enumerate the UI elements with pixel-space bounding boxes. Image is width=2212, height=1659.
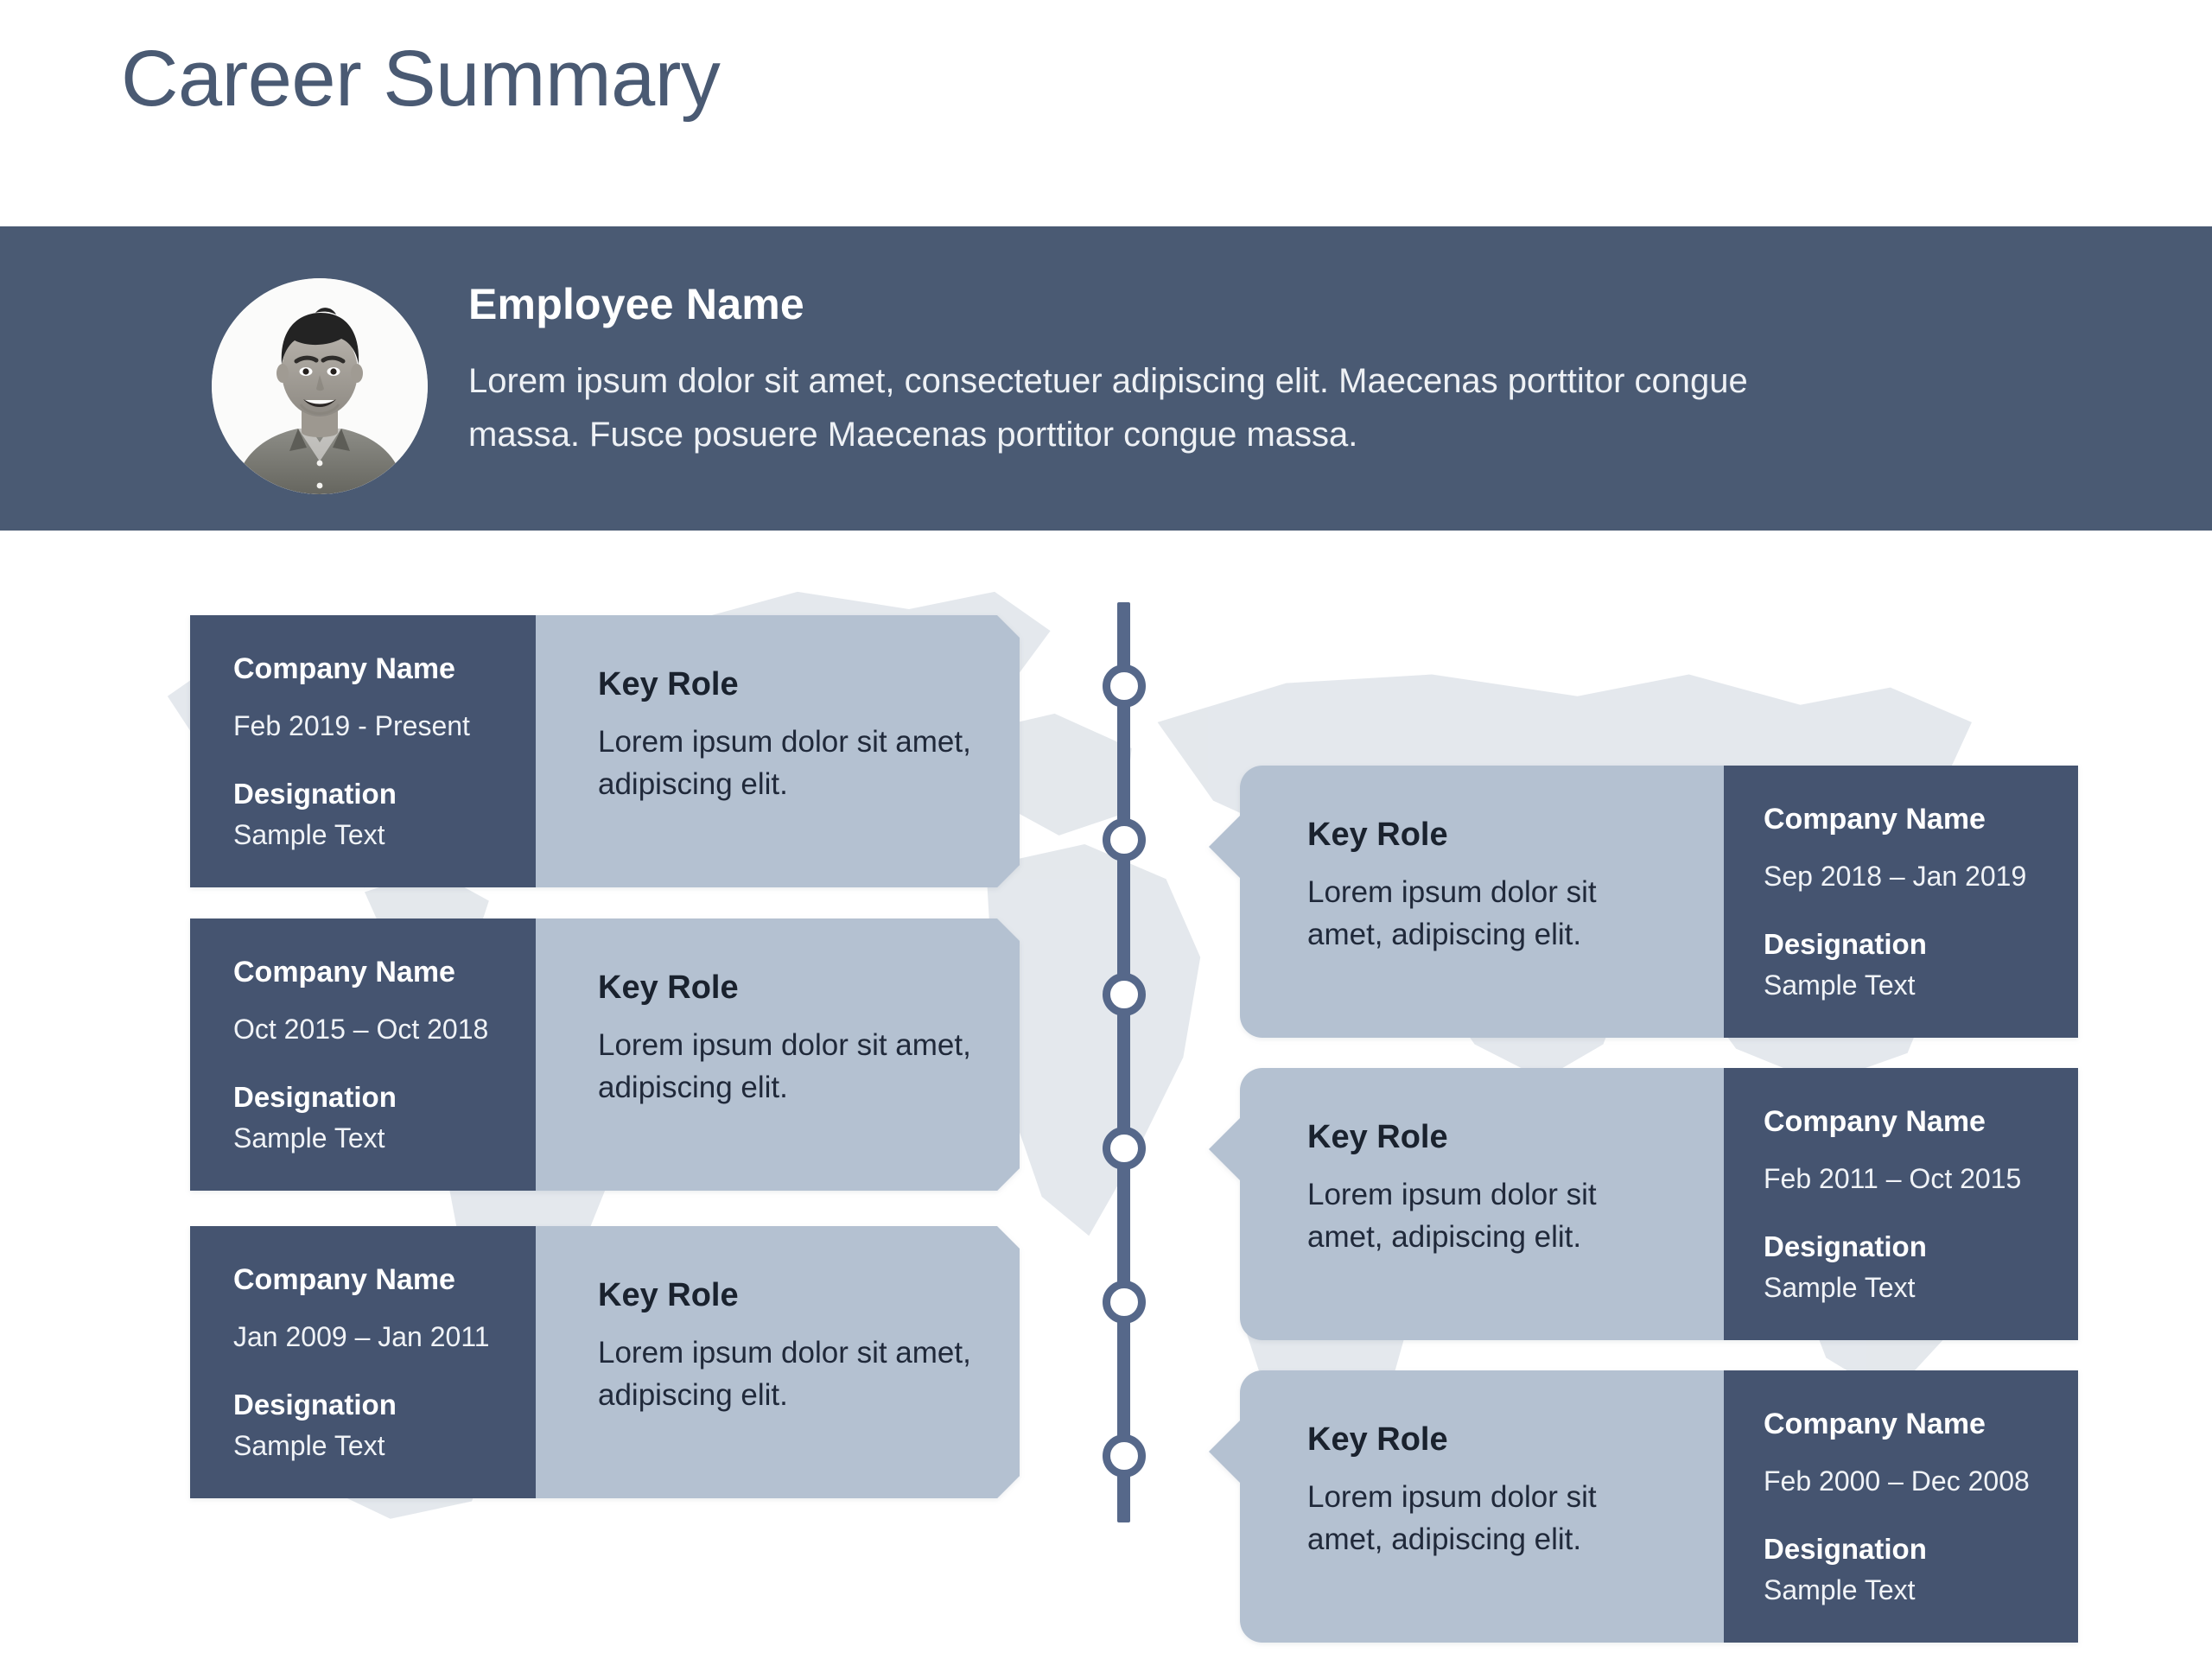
company-panel: Company Name Jan 2009 – Jan 2011 Designa… <box>190 1226 536 1499</box>
company-panel: Company Name Oct 2015 – Oct 2018 Designa… <box>190 918 536 1192</box>
page-title: Career Summary <box>121 35 721 123</box>
role-description: Lorem ipsum dolor sit amet, adipiscing e… <box>598 1027 971 1105</box>
company-panel: Company Name Feb 2000 – Dec 2008 Designa… <box>1724 1370 2078 1643</box>
company-name-label: Company Name <box>233 956 455 988</box>
designation-label: Designation <box>1764 928 1927 961</box>
date-range: Oct 2015 – Oct 2018 <box>233 1013 489 1045</box>
role-title: Key Role <box>598 666 739 702</box>
role-description: Lorem ipsum dolor sit amet, adipiscing e… <box>1307 874 1597 952</box>
timeline-card[interactable]: Company Name Jan 2009 – Jan 2011 Designa… <box>190 1226 1020 1499</box>
card-pointer-icon <box>1018 1297 1051 1363</box>
employee-header-text: Employee Name Lorem ipsum dolor sit amet… <box>468 278 2110 461</box>
designation-value: Sample Text <box>233 1122 385 1154</box>
role-title: Key Role <box>1307 817 1448 853</box>
designation-value: Sample Text <box>233 818 385 850</box>
card-pointer-icon <box>1209 1419 1242 1484</box>
role-panel: Key Role Lorem ipsum dolor sit amet, adi… <box>536 918 1020 1191</box>
role-panel: Key Role Lorem ipsum dolor sit amet, adi… <box>1209 1068 1724 1341</box>
role-title: Key Role <box>598 1277 739 1313</box>
role-panel: Key Role Lorem ipsum dolor sit amet, adi… <box>536 1226 1020 1498</box>
role-title: Key Role <box>1307 1421 1448 1458</box>
card-pointer-icon <box>1209 814 1242 880</box>
career-timeline: Company Name Feb 2019 - Present Designat… <box>0 531 2212 1659</box>
card-pointer-icon <box>1018 989 1051 1055</box>
company-panel: Company Name Feb 2019 - Present Designat… <box>190 615 536 888</box>
designation-value: Sample Text <box>1764 1573 1916 1605</box>
role-panel: Key Role Lorem ipsum dolor sit amet, adi… <box>536 615 1020 887</box>
timeline-card[interactable]: Company Name Oct 2015 – Oct 2018 Designa… <box>190 918 1020 1192</box>
card-pointer-icon <box>1209 1116 1242 1182</box>
company-name-label: Company Name <box>1764 803 1986 836</box>
company-name-label: Company Name <box>1764 1105 1986 1138</box>
designation-label: Designation <box>1764 1533 1927 1566</box>
designation-label: Designation <box>233 778 397 810</box>
company-name-label: Company Name <box>1764 1408 1986 1440</box>
timeline-card[interactable]: Key Role Lorem ipsum dolor sit amet, adi… <box>1209 1068 2078 1341</box>
role-description: Lorem ipsum dolor sit amet, adipiscing e… <box>1307 1479 1597 1557</box>
timeline-node-4 <box>1103 1127 1146 1170</box>
role-description: Lorem ipsum dolor sit amet, adipiscing e… <box>598 1335 971 1413</box>
company-panel: Company Name Feb 2011 – Oct 2015 Designa… <box>1724 1068 2078 1341</box>
company-name-label: Company Name <box>233 652 455 685</box>
date-range: Jan 2009 – Jan 2011 <box>233 1320 490 1352</box>
avatar <box>212 278 428 494</box>
employee-name: Employee Name <box>468 280 804 328</box>
designation-label: Designation <box>233 1389 397 1421</box>
timeline-card[interactable]: Key Role Lorem ipsum dolor sit amet, adi… <box>1209 766 2078 1039</box>
timeline-node-1 <box>1103 664 1146 708</box>
role-description: Lorem ipsum dolor sit amet, adipiscing e… <box>1307 1177 1597 1255</box>
timeline-spine <box>1117 602 1130 1522</box>
role-panel: Key Role Lorem ipsum dolor sit amet, adi… <box>1209 766 1724 1039</box>
role-panel: Key Role Lorem ipsum dolor sit amet, adi… <box>1209 1370 1724 1643</box>
employee-description: Lorem ipsum dolor sit amet, consectetuer… <box>468 362 1748 454</box>
designation-value: Sample Text <box>1764 1271 1916 1303</box>
company-panel: Company Name Sep 2018 – Jan 2019 Designa… <box>1724 766 2078 1039</box>
employee-portrait-photo <box>212 278 428 494</box>
role-description: Lorem ipsum dolor sit amet, adipiscing e… <box>598 724 971 802</box>
date-range: Feb 2011 – Oct 2015 <box>1764 1162 2022 1194</box>
timeline-node-5 <box>1103 1281 1146 1324</box>
timeline-node-6 <box>1103 1434 1146 1478</box>
role-title: Key Role <box>598 969 739 1006</box>
designation-value: Sample Text <box>1764 969 1916 1001</box>
card-pointer-icon <box>1018 686 1051 752</box>
company-name-label: Company Name <box>233 1263 455 1296</box>
date-range: Feb 2019 - Present <box>233 709 470 741</box>
date-range: Feb 2000 – Dec 2008 <box>1764 1465 2030 1497</box>
designation-label: Designation <box>1764 1230 1927 1263</box>
designation-value: Sample Text <box>233 1429 385 1461</box>
role-title: Key Role <box>1307 1119 1448 1155</box>
designation-label: Designation <box>233 1081 397 1114</box>
timeline-node-3 <box>1103 973 1146 1016</box>
timeline-card[interactable]: Key Role Lorem ipsum dolor sit amet, adi… <box>1209 1370 2078 1643</box>
timeline-node-2 <box>1103 818 1146 861</box>
timeline-card[interactable]: Company Name Feb 2019 - Present Designat… <box>190 615 1020 888</box>
date-range: Sep 2018 – Jan 2019 <box>1764 860 2027 892</box>
